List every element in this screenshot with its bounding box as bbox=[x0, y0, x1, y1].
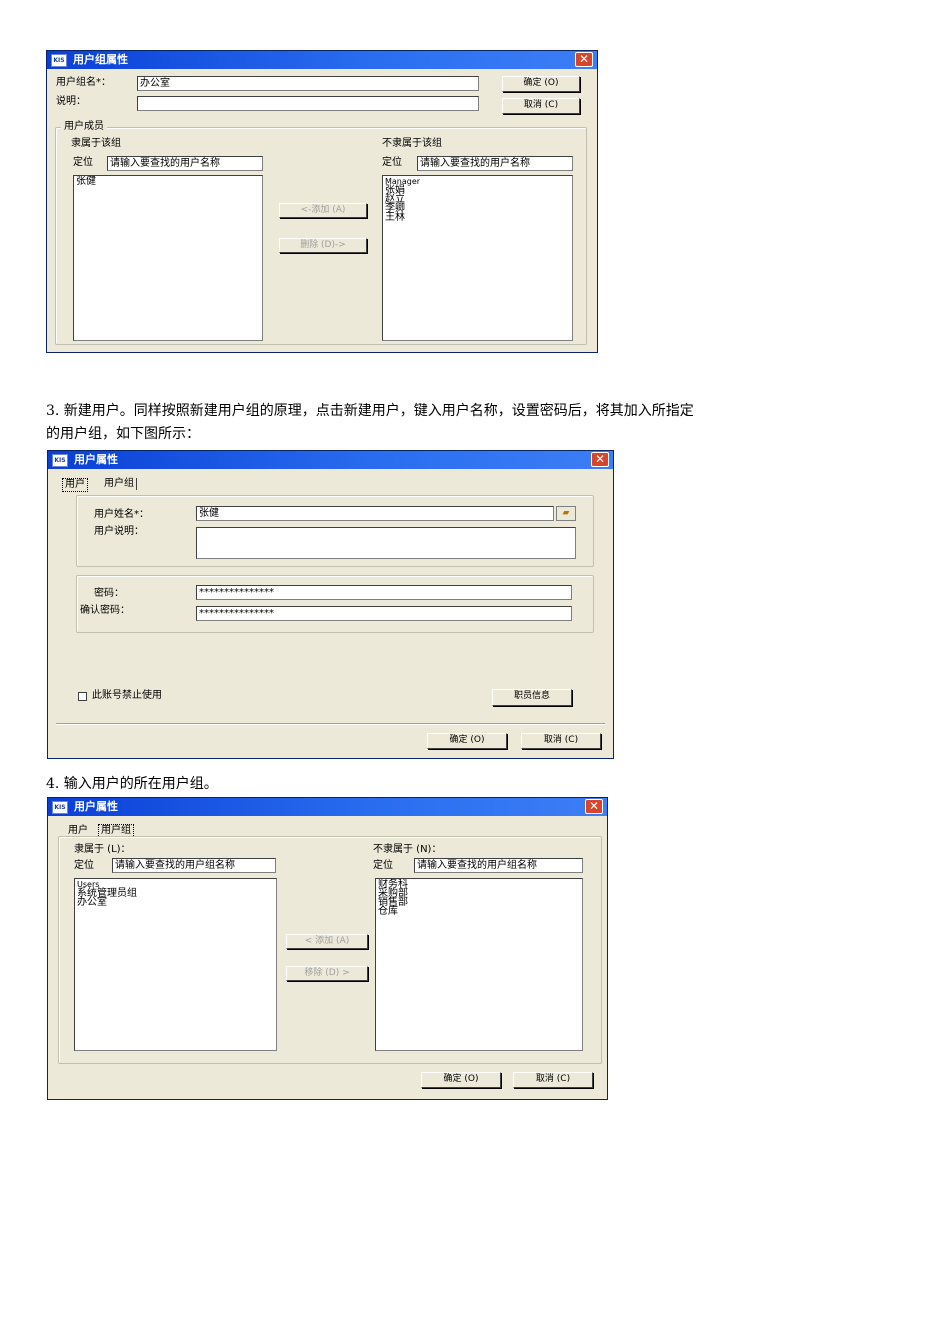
locate-label-right: 定位 bbox=[373, 860, 393, 871]
close-icon[interactable]: ✕ bbox=[585, 799, 603, 814]
dialog-title: 用户属性 bbox=[74, 453, 118, 466]
title-bar[interactable]: KIS 用户组属性 ✕ bbox=[47, 51, 597, 69]
ok-button[interactable]: 确定 (O) bbox=[421, 1072, 501, 1088]
kis-logo: KIS bbox=[52, 801, 68, 814]
instruction-step-3-line1: 3. 新建用户。同样按照新建用户组的原理，点击新建用户，键入用户名称，设置密码后… bbox=[46, 403, 694, 419]
cancel-button[interactable]: 取消 (C) bbox=[513, 1072, 593, 1088]
close-icon[interactable]: ✕ bbox=[575, 52, 593, 67]
remove-button[interactable]: 移除 (D) > bbox=[286, 966, 368, 981]
description-input[interactable] bbox=[137, 96, 479, 111]
nonmember-search-input[interactable]: 请输入要查找的用户名称 bbox=[417, 156, 573, 171]
user-description-input[interactable] bbox=[196, 527, 576, 559]
username-label: 用户姓名*： bbox=[94, 509, 149, 520]
locate-label: 定位 bbox=[74, 860, 94, 871]
nonmember-search-input[interactable]: 请输入要查找的用户组名称 bbox=[414, 858, 583, 873]
ok-button[interactable]: 确定 (O) bbox=[502, 76, 580, 92]
list-item[interactable]: 张健 bbox=[76, 177, 260, 187]
member-list-title: 隶属于该组 bbox=[71, 138, 121, 149]
locate-label: 定位 bbox=[73, 157, 93, 168]
cancel-button[interactable]: 取消 (C) bbox=[521, 733, 601, 749]
password-label: 密码： bbox=[94, 588, 124, 599]
list-item[interactable]: 销售部 bbox=[378, 898, 580, 908]
nonmember-list-title: 不隶属于 (N)： bbox=[373, 844, 442, 855]
dialog-title: 用户组属性 bbox=[73, 53, 128, 66]
list-item[interactable]: 办公室 bbox=[77, 898, 274, 908]
list-item[interactable]: Manager bbox=[385, 177, 570, 186]
member-list-title: 隶属于 (L)： bbox=[74, 844, 131, 855]
group-name-label: 用户组名*： bbox=[56, 77, 111, 88]
ok-button[interactable]: 确定 (O) bbox=[427, 733, 507, 749]
remove-button[interactable]: 删除 (D)-> bbox=[279, 238, 367, 253]
instruction-step-4: 4. 输入用户的所在用户组。 bbox=[46, 776, 218, 792]
dialog-title: 用户属性 bbox=[74, 800, 118, 813]
confirm-password-label: 确认密码： bbox=[80, 605, 130, 616]
list-item[interactable]: 李卿 bbox=[385, 204, 570, 214]
list-item[interactable]: 赵立 bbox=[385, 195, 570, 205]
nonmember-list-title: 不隶属于该组 bbox=[382, 138, 442, 149]
nonmember-listbox[interactable]: 财务科 采购部 销售部 仓库 bbox=[375, 878, 583, 1051]
member-listbox[interactable]: 张健 bbox=[73, 175, 263, 341]
user-group-properties-dialog: KIS 用户组属性 ✕ 用户组名*： 办公室 说明： 确定 (O) 取消 (C)… bbox=[46, 50, 598, 353]
user-properties-dialog: KIS 用户属性 ✕ 用户 用户组 用户姓名*： 张健 ▰ 用户说明： 密码： … bbox=[47, 450, 614, 759]
password-groupbox bbox=[76, 575, 594, 633]
members-legend: 用户成员 bbox=[61, 121, 107, 133]
tab-user[interactable]: 用户 bbox=[62, 478, 88, 492]
nonmember-listbox[interactable]: Manager 张娟 赵立 李卿 王林 bbox=[382, 175, 573, 341]
kis-logo: KIS bbox=[52, 454, 68, 467]
add-button[interactable]: <-添加 (A) bbox=[279, 203, 367, 218]
folder-open-icon[interactable]: ▰ bbox=[556, 506, 576, 521]
user-properties-groups-dialog: KIS 用户属性 ✕ 用户 用户组 隶属于 (L)： 定位 请输入要查找的用户组… bbox=[47, 797, 608, 1100]
group-name-input[interactable]: 办公室 bbox=[137, 76, 479, 91]
close-icon[interactable]: ✕ bbox=[591, 452, 609, 467]
title-bar[interactable]: KIS 用户属性 ✕ bbox=[48, 451, 613, 469]
list-item[interactable]: 财务科 bbox=[378, 880, 580, 890]
member-search-input[interactable]: 请输入要查找的用户名称 bbox=[107, 156, 263, 171]
list-item[interactable]: 王林 bbox=[385, 213, 570, 223]
tab-user-group[interactable]: 用户组 bbox=[102, 478, 137, 490]
description-label: 说明： bbox=[56, 96, 86, 107]
list-item[interactable]: 张娟 bbox=[385, 186, 570, 196]
instruction-step-3-line2: 的用户组，如下图所示： bbox=[46, 426, 200, 442]
user-description-label: 用户说明： bbox=[94, 526, 144, 537]
staff-info-button[interactable]: 职员信息 bbox=[492, 689, 572, 706]
add-button[interactable]: < 添加 (A) bbox=[286, 934, 368, 949]
kis-logo: KIS bbox=[51, 54, 67, 67]
divider bbox=[56, 723, 605, 725]
title-bar[interactable]: KIS 用户属性 ✕ bbox=[48, 798, 607, 816]
member-listbox[interactable]: Users 系统管理员组 办公室 bbox=[74, 878, 277, 1051]
username-input[interactable]: 张健 bbox=[196, 506, 554, 521]
list-item[interactable]: 仓库 bbox=[378, 907, 580, 917]
confirm-password-input[interactable]: *************** bbox=[196, 606, 572, 621]
cancel-button[interactable]: 取消 (C) bbox=[502, 98, 580, 114]
disable-account-label: 此账号禁止使用 bbox=[92, 690, 162, 701]
member-search-input[interactable]: 请输入要查找的用户组名称 bbox=[112, 858, 276, 873]
disable-account-checkbox[interactable] bbox=[78, 692, 87, 701]
password-input[interactable]: *************** bbox=[196, 585, 572, 600]
locate-label-right: 定位 bbox=[382, 157, 402, 168]
list-item[interactable]: 采购部 bbox=[378, 889, 580, 899]
